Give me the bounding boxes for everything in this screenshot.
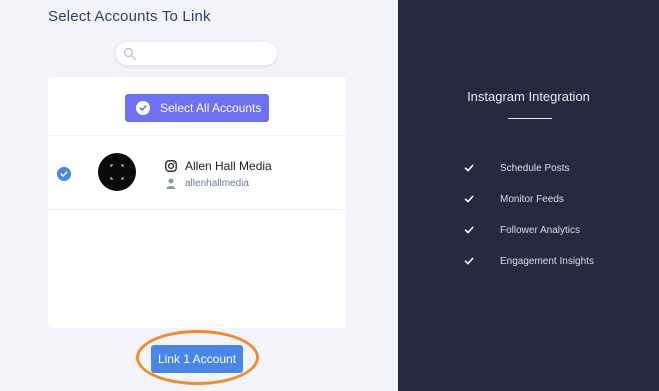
page-title: Select Accounts To Link — [48, 8, 211, 25]
checkmark-icon — [464, 226, 474, 234]
avatar — [98, 153, 136, 191]
account-handle: allenhallmedia — [185, 178, 249, 189]
user-icon — [166, 178, 176, 189]
card-header: Select All Accounts — [48, 77, 346, 136]
title-underline — [508, 118, 552, 119]
feature-item: Follower Analytics — [464, 223, 580, 237]
checkmark-icon — [464, 164, 474, 172]
search-box[interactable] — [116, 42, 277, 65]
account-selection-panel: Select Accounts To Link Select All Accou… — [0, 0, 398, 391]
select-all-button[interactable]: Select All Accounts — [125, 94, 269, 122]
feature-label: Engagement Insights — [500, 255, 594, 267]
search-input[interactable] — [140, 45, 270, 62]
checkmark-icon — [464, 257, 474, 265]
feature-item: Schedule Posts — [464, 161, 570, 175]
feature-item: Monitor Feeds — [464, 192, 564, 206]
instagram-icon — [165, 160, 177, 172]
row-selected-check-icon[interactable] — [57, 167, 71, 181]
accounts-card: Select All Accounts Allen Hall Media all… — [48, 77, 346, 328]
feature-label: Monitor Feeds — [500, 193, 564, 205]
feature-label: Follower Analytics — [500, 224, 581, 236]
select-all-label: Select All Accounts — [160, 101, 262, 115]
feature-item: Engagement Insights — [464, 254, 594, 268]
integration-info-panel: Instagram Integration Schedule Posts Mon… — [398, 0, 659, 391]
feature-label: Schedule Posts — [500, 162, 570, 174]
integration-title: Instagram Integration — [467, 89, 590, 104]
checkmark-icon — [464, 195, 474, 203]
avatar-frame-icon — [110, 164, 124, 180]
account-name: Allen Hall Media — [185, 159, 272, 173]
search-icon — [123, 47, 136, 60]
account-row[interactable]: Allen Hall Media allenhallmedia — [48, 137, 346, 210]
check-circle-icon — [136, 101, 150, 115]
highlight-ring — [136, 330, 259, 385]
